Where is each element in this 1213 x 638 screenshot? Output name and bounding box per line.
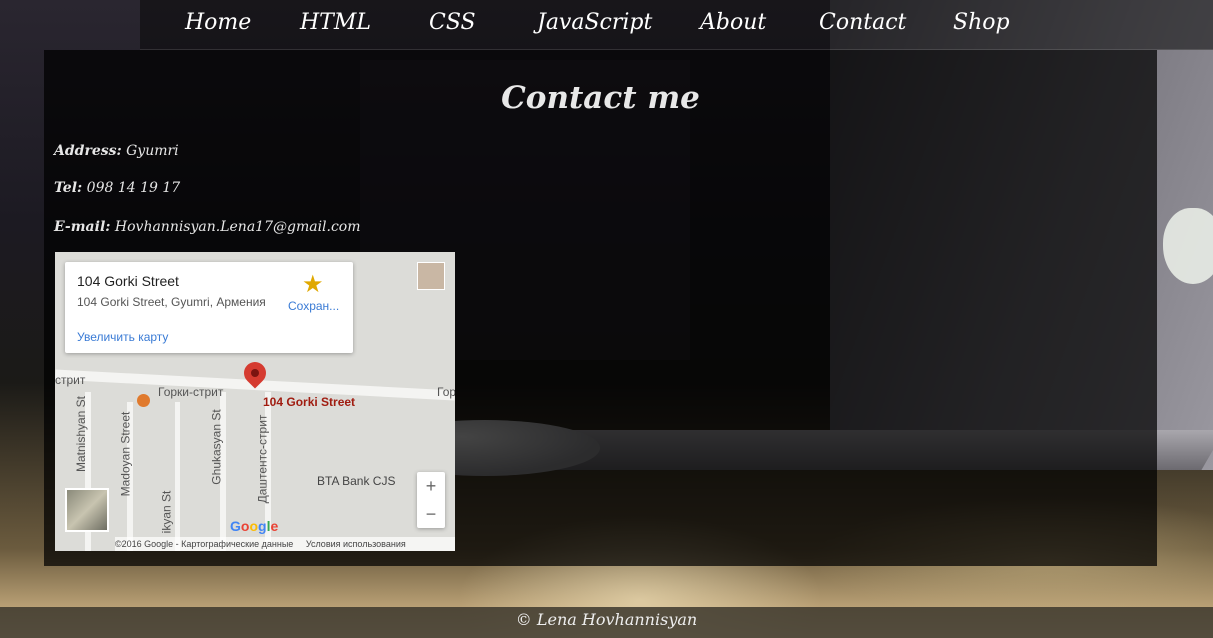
nav-item-html[interactable]: HTML	[300, 10, 371, 35]
street-label: Горки-стрит	[158, 385, 224, 399]
attribution-text: ©2016 Google - Картографические данные	[115, 539, 294, 549]
tel-line: Tel: 098 14 19 17	[54, 180, 180, 196]
terms-link[interactable]: Условия использования	[306, 539, 406, 549]
map-road	[175, 402, 180, 551]
street-label: стрит	[55, 373, 86, 387]
zoom-in-button[interactable]: +	[417, 472, 445, 500]
place-name: 104 Gorki Street	[77, 273, 179, 289]
top-navigation: Home HTML CSS JavaScript About Contact S…	[140, 0, 1213, 50]
star-icon[interactable]: ★	[302, 270, 324, 299]
nav-item-shop[interactable]: Shop	[953, 10, 1010, 35]
street-label: Madoyan Street	[118, 411, 133, 497]
restaurant-icon[interactable]	[137, 394, 150, 407]
street-label: Даштентс-стрит	[255, 414, 270, 504]
place-address: 104 Gorki Street, Gyumri, Армения	[77, 295, 266, 309]
street-label: Гор	[437, 385, 455, 399]
street-label: ikyan St	[159, 490, 174, 534]
contact-panel: Contact me Address: Gyumri Tel: 098 14 1…	[44, 50, 1157, 566]
nav-item-about[interactable]: About	[700, 10, 766, 35]
page-title: Contact me	[501, 80, 700, 116]
footer-copyright: © Lena Hovhannisyan	[515, 610, 698, 629]
map-pin-dot	[251, 369, 259, 377]
tel-label: Tel:	[54, 180, 83, 196]
marker-label[interactable]: 104 Gorki Street	[263, 395, 355, 409]
footer: © Lena Hovhannisyan	[0, 607, 1213, 638]
address-label: Address:	[54, 143, 122, 159]
nav-item-javascript[interactable]: JavaScript	[537, 10, 652, 35]
address-value: Gyumri	[126, 143, 179, 159]
map-attribution: ©2016 Google - Картографические данные У…	[115, 537, 455, 551]
street-view-icon[interactable]	[417, 262, 445, 290]
enlarge-map-link[interactable]: Увеличить карту	[77, 330, 168, 344]
nav-item-css[interactable]: CSS	[429, 10, 476, 35]
address-line: Address: Gyumri	[54, 143, 179, 159]
tel-value: 098 14 19 17	[86, 180, 181, 196]
save-button[interactable]: Сохран...	[288, 299, 339, 313]
zoom-control: + −	[417, 472, 445, 528]
google-logo: Google	[230, 518, 279, 534]
street-label: Matnishyan St	[74, 395, 89, 473]
google-map[interactable]: стрит Горки-стрит Гор Matnishyan St Mado…	[55, 252, 455, 551]
nav-item-home[interactable]: Home	[185, 10, 251, 35]
email-value: Hovhannisyan.Lena17@gmail.com	[114, 219, 361, 235]
street-label: Ghukasyan St	[209, 409, 224, 485]
poi-bank[interactable]: BTA Bank CJS	[317, 474, 395, 488]
email-line: E-mail: Hovhannisyan.Lena17@gmail.com	[54, 219, 361, 235]
place-card: 104 Gorki Street 104 Gorki Street, Gyumr…	[65, 262, 353, 353]
zoom-out-button[interactable]: −	[417, 500, 445, 528]
nav-item-contact[interactable]: Contact	[819, 10, 906, 35]
email-label: E-mail:	[54, 219, 111, 235]
satellite-toggle[interactable]	[65, 488, 109, 532]
